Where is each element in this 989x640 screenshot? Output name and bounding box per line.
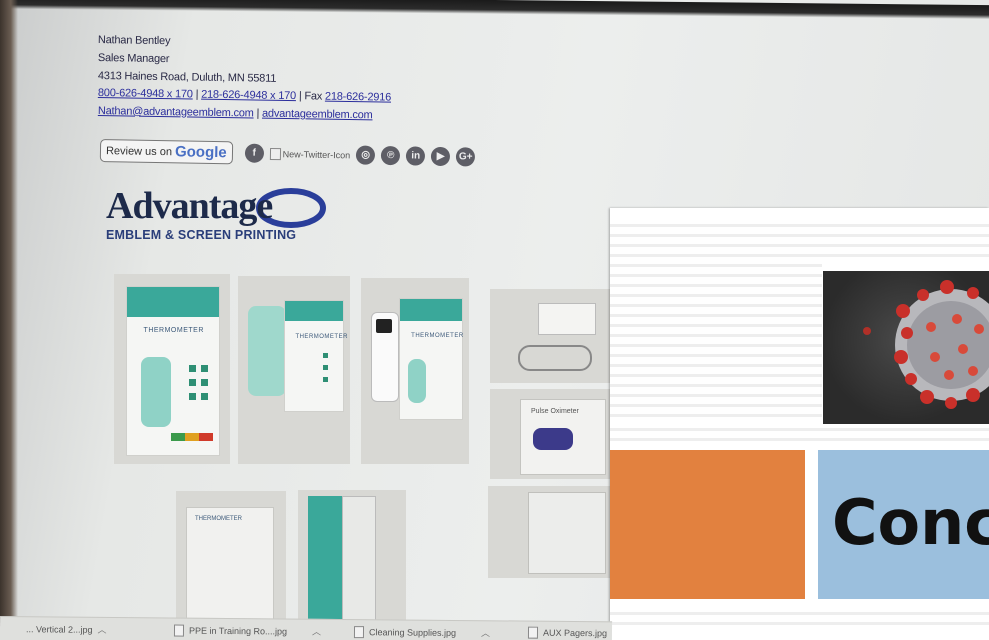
thermometer-box-label: THERMOMETER — [143, 327, 204, 335]
file-icon — [173, 624, 185, 637]
pinterest-icon[interactable]: ℗ — [381, 145, 401, 166]
fax-link[interactable]: 218-626-2916 — [325, 91, 391, 104]
youtube-icon[interactable]: ▶ — [431, 146, 451, 167]
download-bar: ... Vertical 2...jpg ︿ PPE in Training R… — [0, 616, 613, 640]
concept-title-block: Conc — [818, 450, 989, 599]
thermometer-box: THERMOMETER — [399, 298, 463, 420]
website-link[interactable]: advantageemblem.com — [262, 108, 373, 122]
signature-contact-line: Nathan@advantageemblem.com | advantageem… — [97, 105, 373, 122]
product-photo-oximeter-2[interactable]: Pulse Oximeter — [490, 389, 610, 479]
download-item-1[interactable]: ... Vertical 2...jpg ︿ — [26, 622, 107, 636]
chevron-up-icon[interactable]: ︿ — [312, 625, 321, 638]
logo-tagline: EMBLEM & SCREEN PRINTING — [106, 228, 297, 242]
advantage-logo: Advantage EMBLEM & SCREEN PRINTING — [106, 184, 326, 246]
google-plus-icon[interactable]: G+ — [456, 147, 476, 167]
monitor-bezel-left — [0, 0, 18, 640]
facebook-icon[interactable]: f — [244, 143, 264, 163]
coronavirus-image — [823, 271, 989, 424]
product-photo-oximeter-1[interactable] — [490, 289, 610, 383]
concept-title-text: Conc — [832, 486, 989, 559]
google-wordmark: Google — [174, 143, 227, 162]
download-item-4[interactable]: AUX Pagers.jpg — [527, 626, 607, 640]
download-item-2[interactable]: PPE in Training Ro....jpg ︿ — [173, 624, 321, 638]
oximeter-box-label: Pulse Oximeter — [531, 408, 579, 415]
social-row: Review us on Google f New-Twitter-Icon ◎… — [99, 139, 476, 169]
phone-link-1[interactable]: 800-626-4948 x 170 — [98, 87, 193, 100]
product-photo-box-back[interactable]: THERMOMETER — [176, 491, 286, 619]
signature-title: Sales Manager — [97, 52, 170, 66]
product-photo-thermometer-3[interactable]: THERMOMETER — [361, 278, 469, 464]
signature-address: 4313 Haines Road, Duluth, MN 55811 — [97, 70, 277, 85]
linkedin-icon[interactable]: in — [406, 146, 426, 166]
virus-icon — [863, 280, 989, 409]
monitor-screen: Nathan Bentley Sales Manager 4313 Haines… — [0, 0, 989, 640]
monitor-bezel-top — [0, 0, 989, 20]
signature-name: Nathan Bentley — [97, 34, 171, 48]
email-link[interactable]: Nathan@advantageemblem.com — [98, 105, 254, 119]
download-item-3[interactable]: Cleaning Supplies.jpg ︿ — [353, 625, 490, 639]
signature-phone-line: 800-626-4948 x 170 | 218-626-4948 x 170 … — [97, 87, 392, 104]
phone-link-2[interactable]: 218-626-4948 x 170 — [201, 89, 296, 102]
chevron-up-icon[interactable]: ︿ — [97, 623, 106, 636]
instagram-icon[interactable]: ◎ — [356, 145, 376, 165]
thermometer-box: THERMOMETER — [284, 300, 347, 412]
file-icon — [527, 626, 539, 639]
broken-image-icon — [269, 147, 281, 160]
broken-image-twitter[interactable]: New-Twitter-Icon — [269, 147, 351, 160]
thermometer-box: THERMOMETER — [126, 286, 220, 456]
orange-block — [610, 450, 805, 599]
chevron-up-icon[interactable]: ︿ — [481, 626, 490, 639]
product-photo-box-side[interactable] — [298, 490, 406, 620]
product-photo-thermometer-1[interactable]: THERMOMETER — [114, 274, 230, 464]
file-icon — [353, 625, 365, 638]
product-photo-thermometer-2[interactable]: THERMOMETER — [238, 276, 350, 464]
product-photo-oximeter-3[interactable] — [488, 486, 610, 578]
logo-wordmark: Advantage — [106, 185, 273, 227]
review-google-button[interactable]: Review us on Google — [99, 139, 233, 165]
